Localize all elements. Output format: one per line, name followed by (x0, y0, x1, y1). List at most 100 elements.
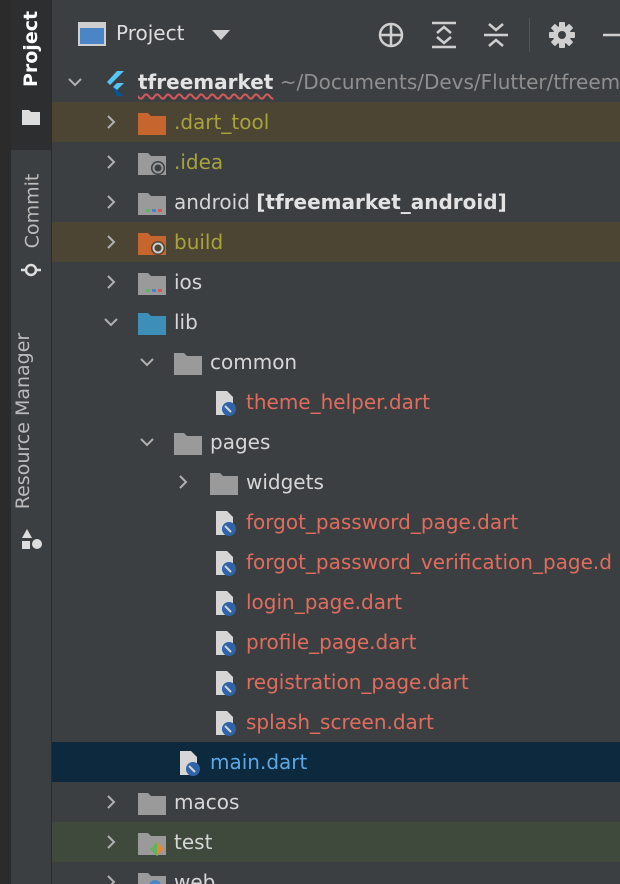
module-folder-icon (138, 273, 166, 295)
tree-row-forgot-password[interactable]: forgot_password_page.dart (52, 502, 620, 542)
tree-row-web[interactable]: web (52, 862, 620, 884)
module-suffix: [tfreemarket_android] (256, 190, 507, 214)
tree-item-label: login_page.dart (246, 590, 403, 614)
tab-resource-manager-label: Resource Manager (12, 332, 35, 510)
dart-file-icon (216, 551, 236, 576)
dart-file-icon (216, 391, 236, 416)
folder-icon (174, 353, 202, 375)
tree-item-label: pages (210, 430, 271, 454)
tree-row-login[interactable]: login_page.dart (52, 582, 620, 622)
tree-row-registration[interactable]: registration_page.dart (52, 662, 620, 702)
collapse-all-icon (484, 23, 508, 47)
project-view-icon (78, 22, 106, 46)
tree-row-root[interactable]: tfreemarket ~/Documents/Devs/Flutter/tfr… (52, 62, 620, 102)
commit-icon (21, 263, 41, 277)
tree-row-forgot-password-verification[interactable]: forgot_password_verification_page.d (52, 542, 620, 582)
locate-button[interactable] (376, 20, 406, 50)
excluded-folder-icon (138, 233, 166, 255)
locate-icon (378, 22, 404, 48)
tree-row-main-dart[interactable]: main.dart (52, 742, 620, 782)
module-name: android (174, 190, 250, 214)
tree-row-test[interactable]: test (52, 822, 620, 862)
flutter-icon (107, 71, 124, 96)
folder-icon (210, 473, 238, 495)
tree-item-label: lib (174, 310, 198, 334)
tree-item-label: test (174, 830, 213, 854)
tree-row-dart-tool[interactable]: .dart_tool (52, 102, 620, 142)
tree-row-ios[interactable]: ios (52, 262, 620, 302)
dart-file-icon (216, 511, 236, 536)
chevron-right-icon[interactable] (103, 194, 119, 210)
chevron-down-icon[interactable] (67, 74, 83, 90)
tool-window-strip: Project Commit Resource Manager (11, 0, 52, 884)
settings-folder-icon (138, 153, 166, 175)
tree-row-splash-screen[interactable]: splash_screen.dart (52, 702, 620, 742)
chevron-down-icon[interactable] (212, 30, 230, 41)
folder-icon (22, 110, 40, 125)
tree-item-label: ios (174, 270, 203, 294)
chevron-right-icon[interactable] (103, 154, 119, 170)
window-edge (0, 0, 11, 884)
chevron-down-icon[interactable] (139, 354, 155, 370)
expand-all-button[interactable] (429, 20, 459, 50)
chevron-right-icon[interactable] (103, 834, 119, 850)
minus-icon (603, 33, 620, 37)
chevron-right-icon[interactable] (103, 114, 119, 130)
collapse-all-button[interactable] (481, 20, 511, 50)
tree-row-lib[interactable]: lib (52, 302, 620, 342)
folder-icon (138, 793, 166, 815)
tree-row-pages[interactable]: pages (52, 422, 620, 462)
test-folder-icon (138, 833, 166, 856)
view-selector[interactable]: Project (116, 21, 184, 45)
panel-header: Project (52, 0, 620, 68)
expand-all-icon (432, 21, 456, 49)
tree-item-label: theme_helper.dart (246, 390, 430, 414)
tree-item-label: .idea (174, 150, 224, 174)
chevron-right-icon[interactable] (103, 874, 119, 884)
tree-item-label: .dart_tool (174, 110, 270, 134)
chevron-right-icon[interactable] (175, 474, 191, 490)
chevron-down-icon[interactable] (103, 314, 119, 330)
tree-item-label: android [tfreemarket_android] (174, 190, 507, 214)
hide-button[interactable] (596, 20, 620, 50)
dart-file-icon (180, 751, 200, 776)
tree-item-label: macos (174, 790, 240, 814)
tree-row-common[interactable]: common (52, 342, 620, 382)
tree-item-label: main.dart (210, 750, 308, 774)
tree-row-build[interactable]: build (52, 222, 620, 262)
project-panel: Project tfreemarket ~/Documents/Devs/Flu… (52, 0, 620, 884)
dart-file-icon (216, 671, 236, 696)
tab-commit-label: Commit (21, 173, 44, 249)
dart-file-icon (216, 631, 236, 656)
tree-item-label: common (210, 350, 298, 374)
tree-item-label: splash_screen.dart (246, 710, 434, 734)
source-folder-icon (138, 313, 166, 335)
dart-file-icon (216, 591, 236, 616)
tree-row-macos[interactable]: macos (52, 782, 620, 822)
web-folder-icon (138, 873, 166, 884)
tree-row-profile[interactable]: profile_page.dart (52, 622, 620, 662)
tree-item-label: forgot_password_verification_page.d (246, 550, 612, 574)
folder-icon (138, 113, 166, 135)
root-path: ~/Documents/Devs/Flutter/tfreema (279, 70, 620, 94)
chevron-down-icon[interactable] (139, 434, 155, 450)
tab-resource-manager[interactable]: Resource Manager (11, 320, 51, 560)
tab-project[interactable]: Project (11, 0, 51, 150)
tree-item-label: web (174, 870, 216, 884)
tab-commit[interactable]: Commit (11, 160, 51, 290)
shapes-icon (22, 529, 42, 549)
chevron-right-icon[interactable] (103, 234, 119, 250)
tree-row-theme-helper[interactable]: theme_helper.dart (52, 382, 620, 422)
chevron-right-icon[interactable] (103, 794, 119, 810)
module-folder-icon (138, 193, 166, 215)
chevron-right-icon[interactable] (103, 274, 119, 290)
settings-button[interactable] (547, 20, 577, 50)
tree-item-label: profile_page.dart (246, 630, 417, 654)
folder-icon (174, 433, 202, 455)
root-name: tfreemarket (138, 70, 274, 94)
tab-project-label: Project (20, 10, 43, 88)
root-label: tfreemarket ~/Documents/Devs/Flutter/tfr… (138, 70, 620, 94)
tree-row-widgets[interactable]: widgets (52, 462, 620, 502)
tree-row-idea[interactable]: .idea (52, 142, 620, 182)
tree-row-android[interactable]: android [tfreemarket_android] (52, 182, 620, 222)
